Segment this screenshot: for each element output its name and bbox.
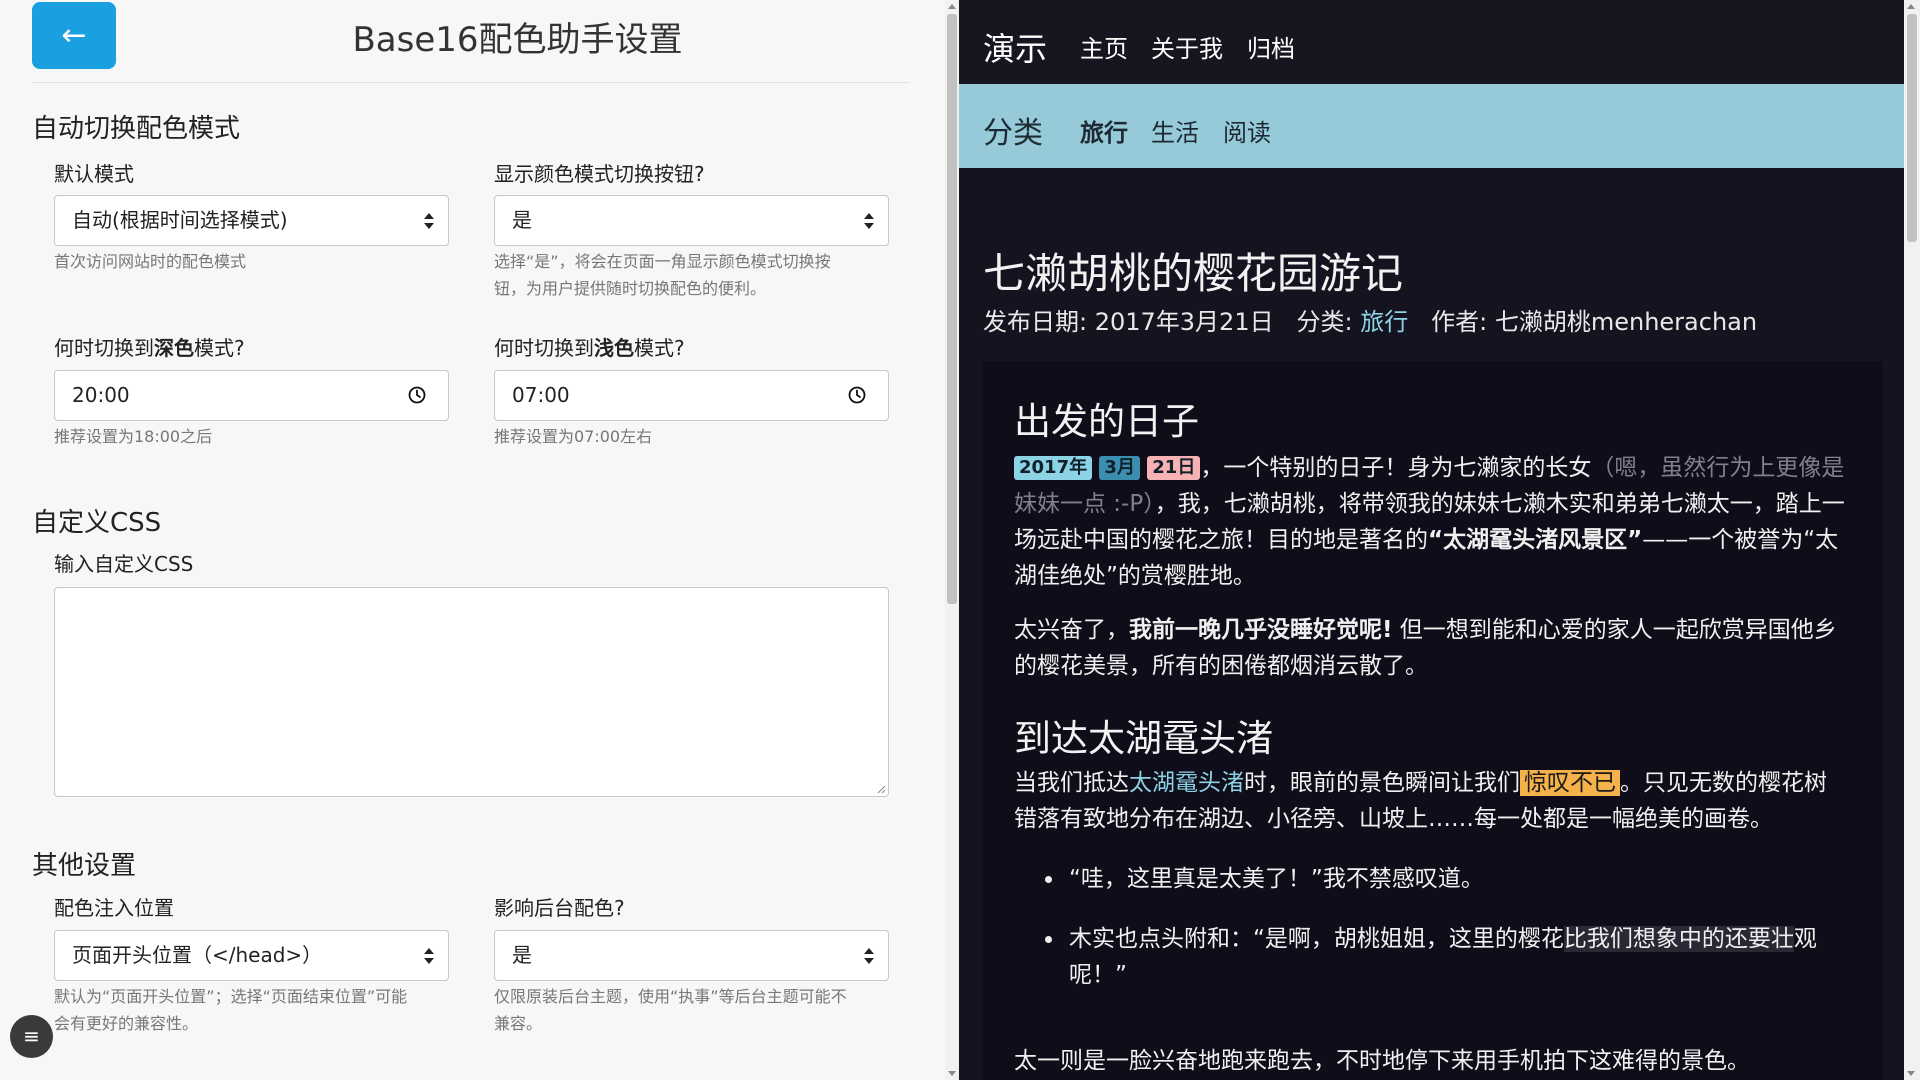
affect-admin-value: 是 — [512, 943, 532, 967]
post-title: 七濑胡桃的樱花园游记 — [983, 249, 1404, 298]
light-time-input[interactable]: 07:00 — [494, 370, 889, 421]
select-arrows-icon — [424, 948, 434, 964]
highlight-mark: 惊叹不已 — [1520, 770, 1620, 796]
post-content: 出发的日子 2017年 3月 21日 ，一个特别的日子！身为七濑家的长女（嗯，虽然… — [983, 361, 1883, 1080]
dark-time-value: 20:00 — [72, 383, 130, 407]
affect-admin-help-line1: 仅限原装后台主题，使用“执事”等后台主题可能不 — [494, 987, 847, 1006]
paragraph-taiyi: 太一则是一脸兴奋地跑来跑去，不时地停下来用手机拍下这难得的景色。 — [1014, 1048, 1750, 1074]
title-divider — [32, 82, 910, 83]
scrollbar-thumb[interactable] — [947, 14, 957, 604]
dark-time-label: 何时切换到深色模式? — [54, 336, 245, 360]
inject-position-help-line1: 默认为“页面开头位置”；选择“页面结束位置”可能 — [54, 987, 408, 1006]
clock-icon[interactable] — [408, 386, 426, 404]
light-time-help: 推荐设置为07:00左右 — [494, 427, 653, 446]
section-heading-other: 其他设置 — [32, 851, 137, 881]
scroll-down-icon[interactable] — [948, 1071, 956, 1076]
default-mode-select[interactable]: 自动(根据时间选择模式) — [54, 195, 449, 246]
affect-admin-help-line2: 兼容。 — [494, 1014, 543, 1033]
scrollbar-thumb[interactable] — [1907, 14, 1917, 242]
dark-time-help: 推荐设置为18:00之后 — [54, 427, 213, 446]
default-mode-help: 首次访问网站时的配色模式 — [54, 252, 247, 271]
select-arrows-icon — [864, 948, 874, 964]
nav-item-archive[interactable]: 归档 — [1247, 29, 1295, 64]
post-date: 发布日期: 2017年3月21日 — [983, 308, 1274, 336]
show-toggle-select[interactable]: 是 — [494, 195, 889, 246]
default-mode-value: 自动(根据时间选择模式) — [72, 208, 288, 232]
category-item-reading[interactable]: 阅读 — [1223, 113, 1271, 148]
light-time-value: 07:00 — [512, 383, 570, 407]
top-navbar: 演示 主页 关于我 归档 — [959, 0, 1904, 84]
list-item: “哇，这里真是太美了！”我不禁感叹道。 — [1045, 861, 1849, 897]
preview-panel: 演示 主页 关于我 归档 分类 旅行 生活 阅读 七濑胡桃的樱花园游记 发布日期… — [959, 0, 1904, 1080]
affect-admin-label: 影响后台配色? — [494, 896, 625, 920]
menu-icon[interactable]: ≡ — [10, 1015, 53, 1058]
page-title: Base16配色助手设置 — [352, 20, 683, 60]
category-item-life[interactable]: 生活 — [1151, 113, 1199, 148]
settings-scrollbar[interactable] — [945, 0, 959, 1080]
custom-css-label: 输入自定义CSS — [54, 552, 194, 576]
site-brand[interactable]: 演示 — [983, 24, 1047, 70]
show-toggle-label: 显示颜色模式切换按钮? — [494, 162, 705, 186]
select-arrows-icon — [864, 213, 874, 229]
section-heading-auto-switch: 自动切换配色模式 — [32, 114, 241, 144]
category-label: 分类 — [983, 116, 1043, 151]
tag-day: 21日 — [1147, 456, 1201, 480]
bullet-icon — [1045, 936, 1052, 943]
scroll-down-icon[interactable] — [1907, 1071, 1915, 1076]
post-category-link[interactable]: 旅行 — [1360, 308, 1408, 336]
post-author: 作者: 七濑胡桃menherachan — [1431, 308, 1758, 336]
show-toggle-help-line2: 钮，为用户提供随时切换配色的便利。 — [494, 279, 767, 298]
preview-scrollbar[interactable] — [1904, 0, 1920, 1080]
list-item: 木实也点头附和：“是啊，胡桃姐姐，这里的樱花比我们想象中的还要壮观呢！” — [1045, 921, 1849, 993]
post-meta: 发布日期: 2017年3月21日 分类: 旅行 作者: 七濑胡桃menherac… — [983, 302, 1757, 337]
resize-handle-icon[interactable] — [876, 784, 886, 794]
heading-arrival: 到达太湖鼋头渚 — [1014, 717, 1273, 760]
category-bar: 分类 旅行 生活 阅读 — [959, 84, 1904, 168]
inject-position-label: 配色注入位置 — [54, 896, 174, 920]
tag-month: 3月 — [1099, 456, 1140, 480]
tag-year: 2017年 — [1014, 456, 1093, 480]
inject-position-help-line2: 会有更好的兼容性。 — [54, 1014, 199, 1033]
paragraph-departure: 2017年 3月 21日 ，一个特别的日子！身为七濑家的长女（嗯，虽然行为上更像是… — [1014, 455, 1845, 589]
show-toggle-value: 是 — [512, 208, 532, 232]
inline-link[interactable]: 太湖鼋头渚 — [1129, 770, 1244, 796]
affect-admin-select[interactable]: 是 — [494, 930, 889, 981]
inject-position-select[interactable]: 页面开头位置（</head>） — [54, 930, 449, 981]
custom-css-textarea[interactable] — [54, 587, 889, 797]
paragraph-excited: 太兴奋了，我前一晚几乎没睡好觉呢! 但一想到能和心爱的家人一起欣赏异国他乡的樱花… — [1014, 617, 1837, 679]
bold-destination: “太湖鼋头渚风景区” — [1428, 527, 1643, 553]
inject-position-value: 页面开头位置（</head>） — [72, 943, 323, 967]
dark-time-input[interactable]: 20:00 — [54, 370, 449, 421]
section-heading-custom-css: 自定义CSS — [32, 508, 162, 538]
nav-item-home[interactable]: 主页 — [1080, 29, 1128, 64]
post-category-prefix: 分类: — [1296, 308, 1353, 336]
show-toggle-help-line1: 选择“是”，将会在页面一角显示颜色模式切换按 — [494, 252, 831, 271]
nav-item-about[interactable]: 关于我 — [1151, 29, 1223, 64]
bullet-icon — [1045, 876, 1052, 883]
paragraph-arrival: 当我们抵达太湖鼋头渚时，眼前的景色瞬间让我们 惊叹不已 。只见无数的樱花树错落有致地… — [1014, 770, 1827, 832]
default-mode-label: 默认模式 — [54, 162, 134, 186]
scroll-up-icon[interactable] — [948, 4, 956, 9]
heading-departure: 出发的日子 — [1014, 400, 1199, 443]
select-arrows-icon — [424, 213, 434, 229]
scroll-up-icon[interactable] — [1907, 4, 1915, 9]
category-item-travel[interactable]: 旅行 — [1080, 113, 1128, 148]
back-button[interactable]: ← — [32, 2, 116, 69]
clock-icon[interactable] — [848, 386, 866, 404]
light-time-label: 何时切换到浅色模式? — [494, 336, 685, 360]
settings-panel: ← Base16配色助手设置 自动切换配色模式 默认模式 自动(根据时间选择模式… — [0, 0, 945, 1080]
